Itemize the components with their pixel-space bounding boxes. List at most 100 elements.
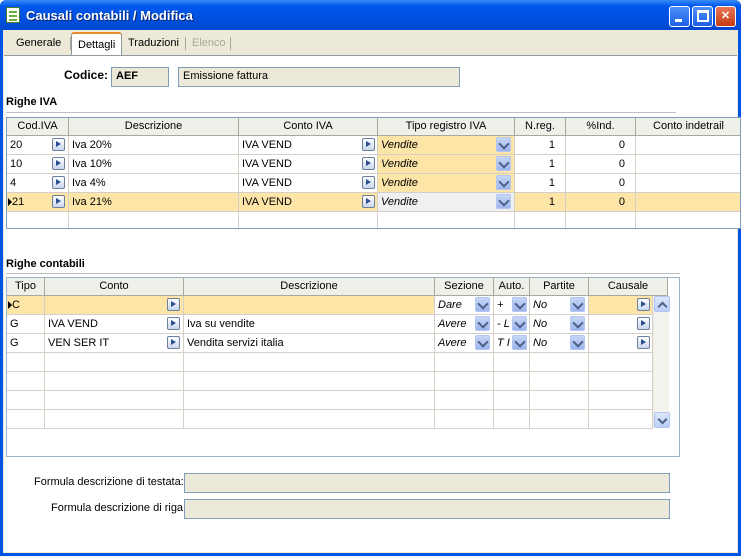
lookup-icon[interactable]: [637, 317, 650, 330]
lookup-icon[interactable]: [362, 176, 375, 189]
lookup-icon[interactable]: [637, 336, 650, 349]
conto-iva-cell[interactable]: IVA VEND: [239, 174, 378, 193]
conto-iva-cell[interactable]: IVA VEND: [239, 155, 378, 174]
conto-iva-cell[interactable]: IVA VEND: [239, 193, 378, 212]
table-row-empty[interactable]: [7, 391, 653, 410]
auto-combo[interactable]: T I: [494, 334, 530, 353]
empty-cell[interactable]: [184, 372, 435, 391]
minimize-button[interactable]: [669, 6, 690, 27]
sezione-combo[interactable]: Dare: [435, 296, 494, 315]
empty-cell[interactable]: [494, 410, 530, 429]
partite-combo[interactable]: No: [530, 315, 589, 334]
column-header-cod-iva[interactable]: Cod.IVA: [7, 118, 69, 136]
empty-cell[interactable]: [7, 212, 69, 228]
empty-cell[interactable]: [636, 212, 740, 228]
righe-iva-grid[interactable]: Cod.IVA Descrizione Conto IVA Tipo regis…: [6, 117, 741, 229]
conto-indetraibile-cell[interactable]: [636, 136, 740, 155]
chevron-down-icon[interactable]: [475, 316, 490, 331]
conto-indetraibile-cell[interactable]: [636, 155, 740, 174]
empty-cell[interactable]: [7, 410, 45, 429]
column-header-nreg[interactable]: N.reg.: [515, 118, 566, 136]
empty-cell[interactable]: [378, 212, 515, 228]
tipo-cell[interactable]: C: [7, 296, 45, 315]
conto-indetraibile-cell[interactable]: [636, 193, 740, 212]
sezione-combo[interactable]: Avere: [435, 334, 494, 353]
cod-iva-cell[interactable]: 4: [7, 174, 69, 193]
column-header-tipo[interactable]: Tipo: [7, 278, 45, 296]
empty-cell[interactable]: [239, 212, 378, 228]
empty-cell[interactable]: [45, 372, 184, 391]
chevron-down-icon[interactable]: [496, 137, 511, 152]
empty-cell[interactable]: [589, 391, 653, 410]
causale-cell[interactable]: [589, 334, 653, 353]
conto-indetraibile-cell[interactable]: [636, 174, 740, 193]
tipo-cell[interactable]: G: [7, 334, 45, 353]
empty-cell[interactable]: [566, 212, 636, 228]
perc-ind-cell[interactable]: 0: [566, 193, 636, 212]
chevron-down-icon[interactable]: [570, 335, 585, 350]
conto-iva-cell[interactable]: IVA VEND: [239, 136, 378, 155]
empty-cell[interactable]: [184, 410, 435, 429]
empty-cell[interactable]: [184, 391, 435, 410]
causale-cell[interactable]: [589, 296, 653, 315]
descrizione-cell[interactable]: Iva 10%: [69, 155, 239, 174]
column-header-descrizione[interactable]: Descrizione: [184, 278, 435, 296]
descrizione-cell[interactable]: [184, 296, 435, 315]
chevron-down-icon[interactable]: [475, 335, 490, 350]
empty-cell[interactable]: [589, 353, 653, 372]
empty-cell[interactable]: [494, 391, 530, 410]
scroll-up-icon[interactable]: [654, 296, 670, 312]
chevron-down-icon[interactable]: [512, 297, 527, 312]
empty-cell[interactable]: [494, 372, 530, 391]
column-header-conto-indetraibile[interactable]: Conto indetrail: [636, 118, 740, 136]
cod-iva-cell[interactable]: 21: [7, 193, 69, 212]
perc-ind-cell[interactable]: 0: [566, 155, 636, 174]
tab-traduzioni[interactable]: Traduzioni: [122, 35, 185, 54]
empty-cell[interactable]: [7, 372, 45, 391]
scroll-down-icon[interactable]: [654, 412, 670, 428]
empty-cell[interactable]: [69, 212, 239, 228]
nreg-cell[interactable]: 1: [515, 155, 566, 174]
partite-combo[interactable]: No: [530, 296, 589, 315]
empty-cell[interactable]: [184, 353, 435, 372]
conto-cell[interactable]: VEN SER IT: [45, 334, 184, 353]
perc-ind-cell[interactable]: 0: [566, 136, 636, 155]
empty-cell[interactable]: [45, 410, 184, 429]
empty-cell[interactable]: [530, 410, 589, 429]
column-header-partite[interactable]: Partite: [530, 278, 589, 296]
table-row-empty[interactable]: [7, 353, 653, 372]
lookup-icon[interactable]: [52, 138, 65, 151]
lookup-icon[interactable]: [52, 195, 65, 208]
lookup-icon[interactable]: [52, 157, 65, 170]
empty-cell[interactable]: [589, 410, 653, 429]
table-row-selected[interactable]: 21 Iva 21% IVA VEND Vendite 1 0: [7, 193, 740, 212]
empty-cell[interactable]: [530, 353, 589, 372]
nreg-cell[interactable]: 1: [515, 174, 566, 193]
column-header-causale[interactable]: Causale: [589, 278, 668, 296]
cod-iva-cell[interactable]: 10: [7, 155, 69, 174]
lookup-icon[interactable]: [362, 138, 375, 151]
table-row[interactable]: 4 Iva 4% IVA VEND Vendite 1 0: [7, 174, 740, 193]
lookup-icon[interactable]: [167, 317, 180, 330]
empty-cell[interactable]: [530, 372, 589, 391]
lookup-icon[interactable]: [362, 157, 375, 170]
lookup-icon[interactable]: [362, 195, 375, 208]
table-row[interactable]: 20 Iva 20% IVA VEND Vendite 1 0: [7, 136, 740, 155]
vertical-scrollbar[interactable]: [653, 296, 670, 428]
tipo-registro-combo[interactable]: Vendite: [378, 136, 515, 155]
empty-cell[interactable]: [7, 391, 45, 410]
auto-combo[interactable]: - L: [494, 315, 530, 334]
lookup-icon[interactable]: [167, 336, 180, 349]
empty-cell[interactable]: [530, 391, 589, 410]
tipo-registro-combo[interactable]: Vendite: [378, 174, 515, 193]
column-header-perc-ind[interactable]: %Ind.: [566, 118, 636, 136]
descrizione-cell[interactable]: Iva 4%: [69, 174, 239, 193]
lookup-icon[interactable]: [52, 176, 65, 189]
table-row-empty[interactable]: [7, 372, 653, 391]
nreg-cell[interactable]: 1: [515, 193, 566, 212]
causale-cell[interactable]: [589, 315, 653, 334]
empty-cell[interactable]: [45, 353, 184, 372]
formula-riga-field[interactable]: [184, 499, 670, 519]
tipo-cell[interactable]: G: [7, 315, 45, 334]
chevron-down-icon[interactable]: [570, 297, 585, 312]
